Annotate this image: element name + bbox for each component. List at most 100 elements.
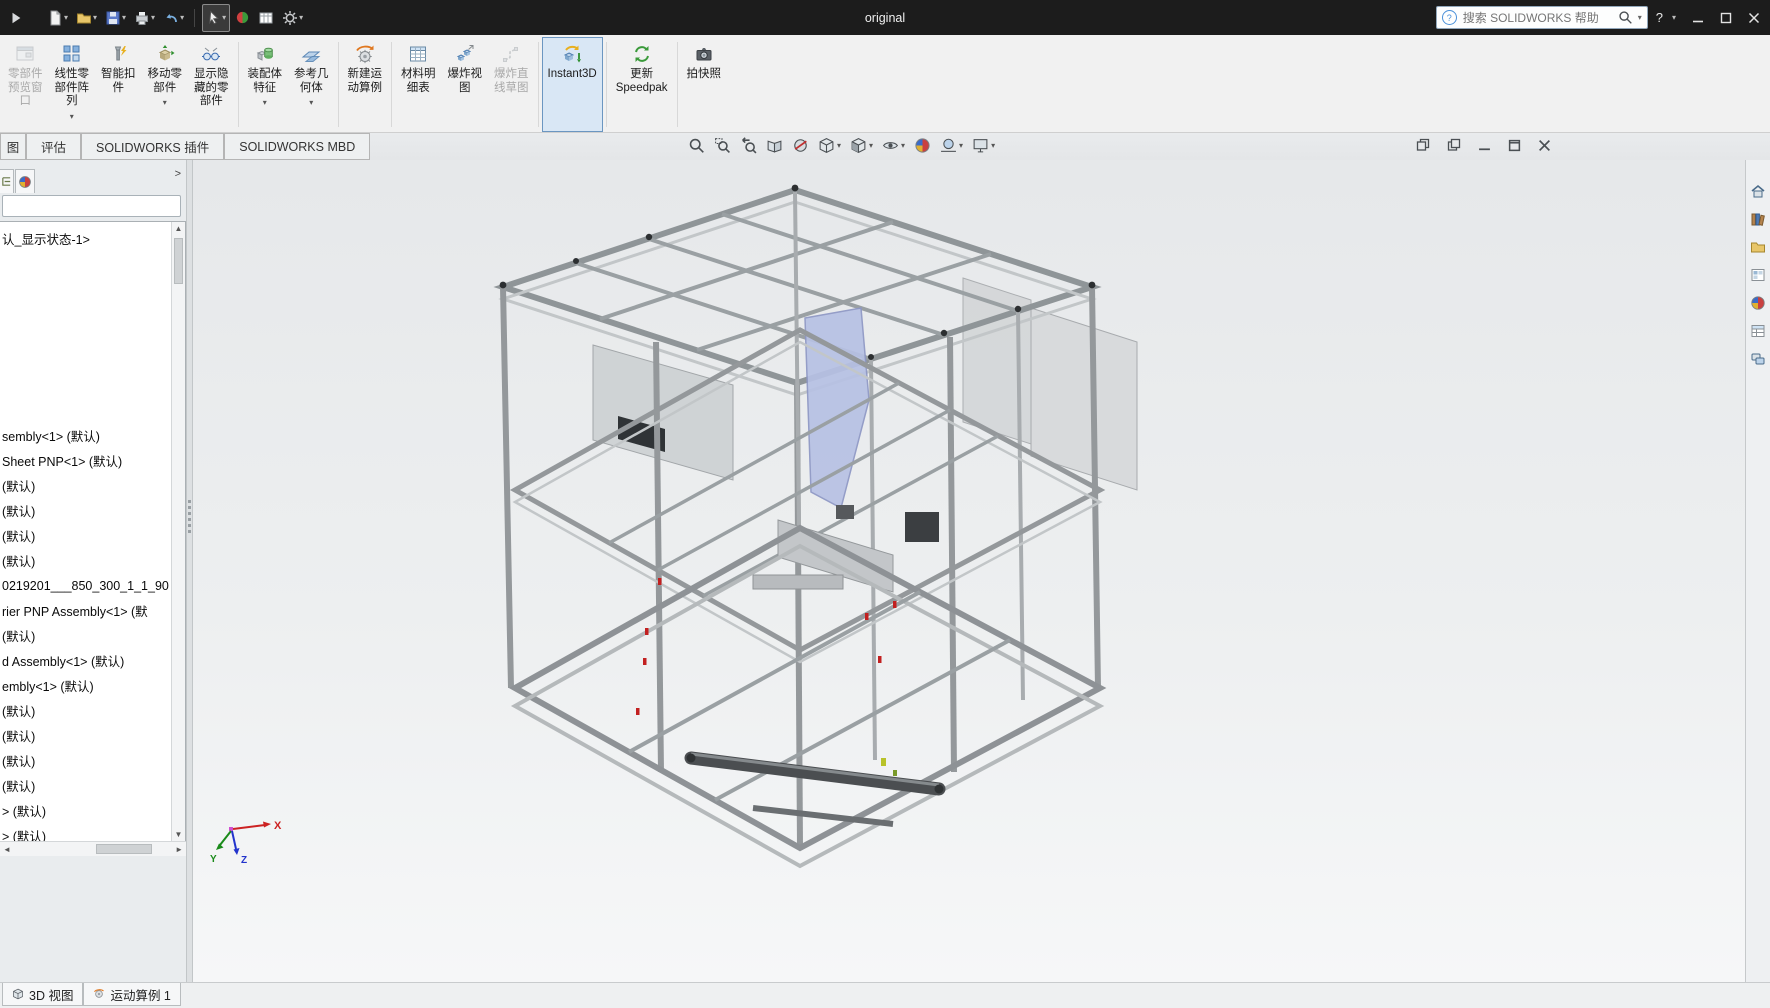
tab-3d-view[interactable]: 3D 视图 — [2, 983, 83, 1006]
tree-item[interactable]: (默认) — [0, 748, 171, 773]
ribbon-button-update-speedpak[interactable]: 更新 Speedpak — [610, 37, 674, 132]
tree-filter-box[interactable] — [2, 195, 181, 217]
maximize-button[interactable] — [1720, 12, 1732, 24]
chevron-down-icon[interactable]: ▾ — [70, 110, 74, 124]
tree-item[interactable]: sembly<1> (默认) — [0, 423, 171, 448]
tab-evaluate[interactable]: 评估 — [26, 133, 81, 160]
panel-splitter[interactable] — [186, 160, 193, 982]
chevron-down-icon[interactable]: ▾ — [869, 142, 873, 150]
chevron-down-icon[interactable]: ▾ — [180, 14, 184, 22]
scroll-left-arrow[interactable]: ◄ — [3, 845, 11, 854]
search-box[interactable]: ? ▾ — [1436, 6, 1648, 29]
tree-item[interactable]: rier PNP Assembly<1> (默 — [0, 598, 171, 623]
chevron-down-icon[interactable]: ▾ — [1638, 14, 1642, 22]
doc-close-button[interactable] — [1538, 139, 1551, 152]
doc-restore-button[interactable] — [1508, 139, 1521, 152]
scroll-down-arrow[interactable]: ▼ — [175, 830, 183, 839]
display-manager-tab[interactable] — [15, 169, 35, 193]
view-settings-icon[interactable]: ▾ — [972, 137, 995, 154]
search-icon[interactable] — [1618, 10, 1633, 25]
previous-view-icon[interactable] — [740, 137, 757, 154]
tree-item[interactable]: d Assembly<1> (默认) — [0, 648, 171, 673]
panel-collapse-arrow[interactable]: > — [175, 168, 181, 180]
chevron-down-icon[interactable]: ▾ — [263, 96, 267, 110]
file-explorer-icon[interactable] — [1750, 238, 1767, 255]
minimize-button[interactable] — [1692, 12, 1704, 24]
chevron-down-icon[interactable]: ▾ — [122, 14, 126, 22]
chevron-down-icon[interactable]: ▾ — [93, 14, 97, 22]
tree-item[interactable]: > (默认) — [0, 823, 171, 841]
sheet-properties-button[interactable] — [255, 5, 277, 31]
ribbon-button-assembly-features[interactable]: 装配体 特征 ▾ — [242, 37, 289, 132]
tree-item[interactable]: (默认) — [0, 773, 171, 798]
select-tool-button[interactable]: ▾ — [202, 4, 230, 32]
custom-properties-icon[interactable] — [1750, 322, 1767, 339]
tree-item[interactable]: embly<1> (默认) — [0, 673, 171, 698]
tree-item[interactable]: (默认) — [0, 548, 171, 573]
chevron-down-icon[interactable]: ▾ — [959, 142, 963, 150]
ribbon-button-bill-of-materials[interactable]: 材料明 细表 — [395, 37, 442, 132]
chevron-down-icon[interactable]: ▾ — [299, 14, 303, 22]
close-button[interactable] — [1748, 12, 1760, 24]
edit-appearance-icon[interactable] — [914, 137, 931, 154]
ribbon-button-take-snapshot[interactable]: 拍快照 — [681, 37, 728, 132]
tree-item[interactable]: (默认) — [0, 523, 171, 548]
help-button[interactable]: ? — [1656, 10, 1663, 25]
tree-item[interactable]: > (默认) — [0, 798, 171, 823]
ribbon-button-linear-component-pattern[interactable]: 线性零 部件阵 列 ▾ — [49, 37, 96, 132]
tree-vertical-scrollbar[interactable]: ▲ ▼ — [171, 222, 185, 841]
chevron-down-icon[interactable]: ▾ — [64, 14, 68, 22]
ribbon-button-smart-fasteners[interactable]: 智能扣 件 — [95, 37, 142, 132]
tree-item[interactable]: (默认) — [0, 723, 171, 748]
next-window-icon[interactable] — [1447, 138, 1461, 152]
zoom-to-fit-icon[interactable] — [688, 137, 705, 154]
ribbon-button-new-motion-study[interactable]: 新建运 动算例 — [342, 37, 389, 132]
rebuild-button[interactable] — [232, 5, 253, 31]
tab-sketch[interactable]: 图 — [0, 133, 26, 160]
tree-item[interactable]: (默认) — [0, 623, 171, 648]
tree-item[interactable]: 0219201___850_300_1_1_90 — [0, 573, 171, 598]
horizontal-scroll-thumb[interactable] — [96, 844, 152, 854]
ribbon-button-instant3d[interactable]: Instant3D — [542, 37, 603, 132]
previous-window-icon[interactable] — [1416, 138, 1430, 152]
zoom-to-area-icon[interactable] — [714, 137, 731, 154]
scroll-right-arrow[interactable]: ► — [175, 845, 183, 854]
tab-solidworks-mbd[interactable]: SOLIDWORKS MBD — [224, 133, 370, 160]
tree-item[interactable]: (默认) — [0, 473, 171, 498]
design-library-icon[interactable] — [1750, 210, 1767, 227]
chevron-down-icon[interactable]: ▾ — [991, 142, 995, 150]
chevron-down-icon[interactable]: ▾ — [163, 96, 167, 110]
solidworks-resources-home-icon[interactable] — [1750, 182, 1767, 199]
doc-minimize-button[interactable] — [1478, 139, 1491, 152]
chevron-down-icon[interactable]: ▾ — [837, 142, 841, 150]
section-view-icon[interactable] — [792, 137, 809, 154]
tree-item[interactable]: (默认) — [0, 498, 171, 523]
chevron-down-icon[interactable]: ▾ — [309, 96, 313, 110]
vertical-scroll-thumb[interactable] — [174, 238, 183, 284]
appearances-scenes-icon[interactable] — [1750, 294, 1767, 311]
tab-solidworks-addins[interactable]: SOLIDWORKS 插件 — [81, 133, 224, 160]
display-style-icon[interactable]: ▾ — [850, 137, 873, 154]
open-button[interactable]: ▾ — [73, 5, 100, 31]
tree-item[interactable]: (默认) — [0, 698, 171, 723]
save-button[interactable]: ▾ — [102, 5, 129, 31]
graphics-area[interactable]: X Y Z — [193, 160, 1745, 982]
options-button[interactable]: ▾ — [279, 5, 306, 31]
chevron-down-icon[interactable]: ▾ — [222, 14, 226, 22]
chevron-down-icon[interactable]: ▾ — [901, 142, 905, 150]
tab-motion-study-1[interactable]: 运动算例 1 — [83, 983, 180, 1006]
ribbon-button-reference-geometry[interactable]: 参考几 何体 ▾ — [288, 37, 335, 132]
scroll-up-arrow[interactable]: ▲ — [175, 224, 183, 233]
tree-horizontal-scrollbar[interactable]: ◄ ► — [0, 841, 186, 856]
undo-button[interactable]: ▾ — [160, 5, 187, 31]
hide-show-items-icon[interactable]: ▾ — [882, 137, 905, 154]
feature-tree-tab[interactable] — [0, 169, 14, 193]
ribbon-button-move-component[interactable]: 移动零 部件 ▾ — [142, 37, 189, 132]
solidworks-forum-icon[interactable] — [1750, 350, 1767, 367]
view-orientation-icon[interactable]: ▾ — [818, 137, 841, 154]
chevron-down-icon[interactable]: ▾ — [1672, 14, 1676, 22]
tree-item[interactable]: 认_显示状态-1> — [0, 226, 171, 251]
print-button[interactable]: ▾ — [131, 5, 158, 31]
ribbon-button-show-hidden-components[interactable]: 显示隐 藏的零 部件 — [188, 37, 235, 132]
apply-scene-icon[interactable]: ▾ — [940, 137, 963, 154]
